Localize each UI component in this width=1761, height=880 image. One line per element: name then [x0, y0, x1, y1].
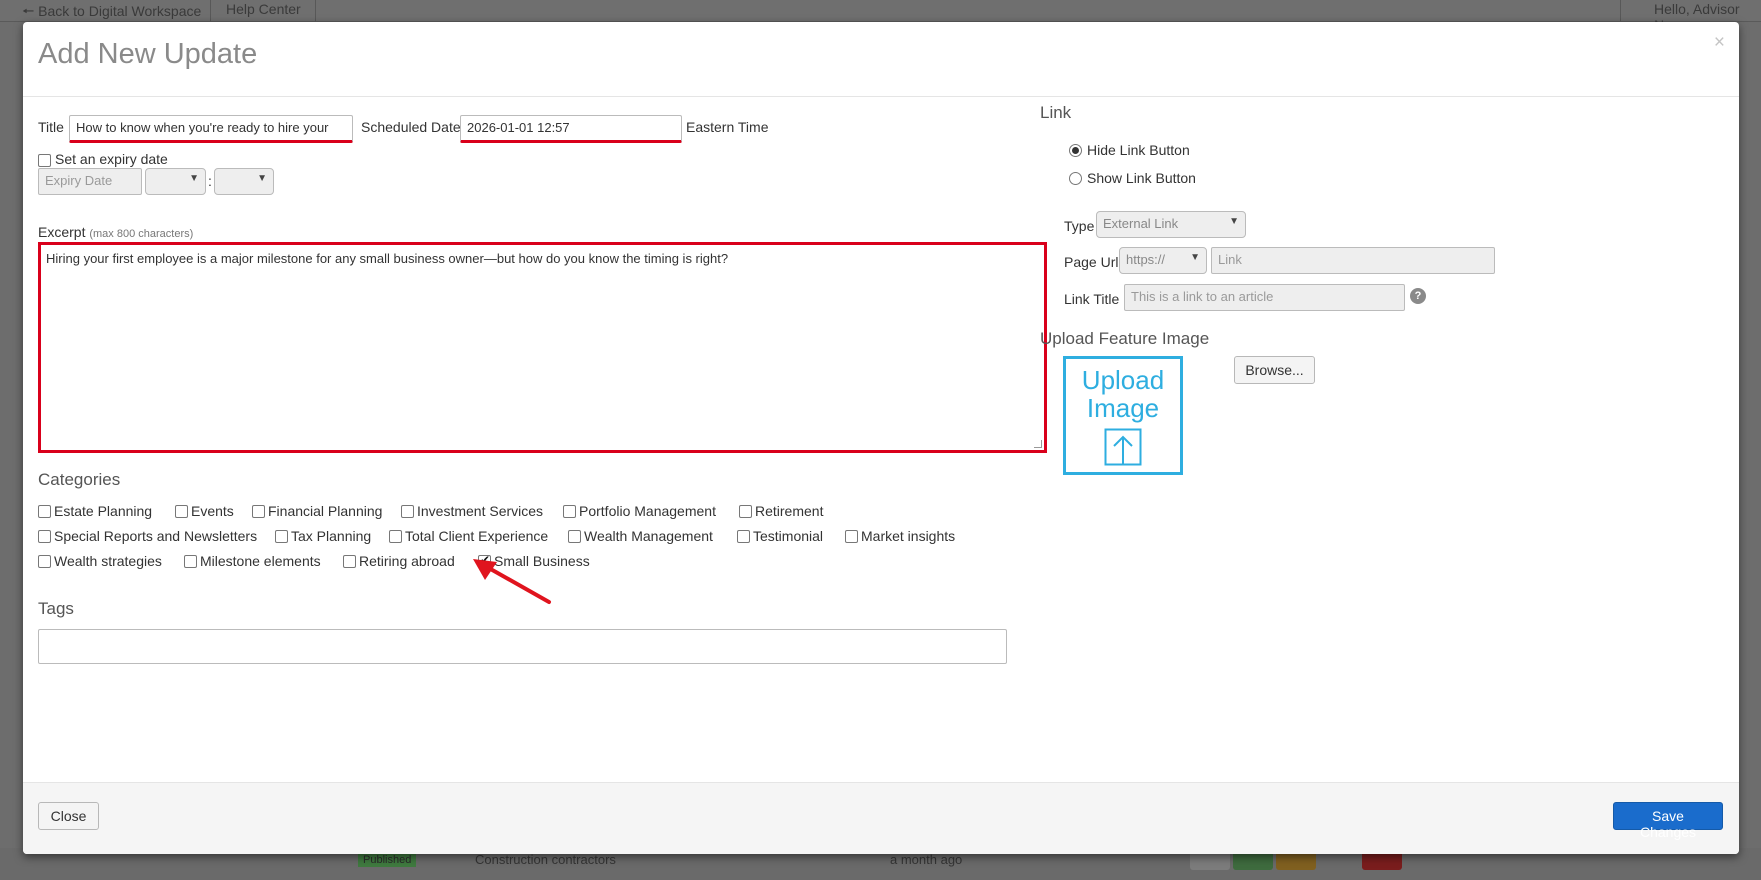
time-separator: : [208, 173, 212, 189]
category-label: Portfolio Management [579, 503, 716, 519]
link-title-input[interactable]: This is a link to an article [1124, 284, 1405, 311]
tags-heading: Tags [38, 599, 74, 618]
category-label: Financial Planning [268, 503, 383, 519]
excerpt-label-text: Excerpt [38, 224, 86, 240]
upload-arrow-icon [1104, 428, 1142, 466]
show-link-label: Show Link Button [1087, 170, 1196, 186]
protocol-select[interactable]: https:// ▼ [1119, 247, 1207, 274]
chevron-down-icon: ▼ [1190, 252, 1200, 263]
category-label: Testimonial [753, 528, 824, 544]
chevron-down-icon: ▼ [1229, 216, 1239, 227]
background-topbar: 🠔 Back to Digital Workspace Help Center … [0, 0, 1761, 33]
protocol-value: https:// [1126, 252, 1166, 267]
category-label: Retiring abroad [359, 553, 455, 569]
resize-handle[interactable] [1034, 440, 1042, 448]
category-checkbox[interactable] [175, 505, 188, 518]
category-checkbox[interactable] [739, 505, 752, 518]
category-label: Retirement [755, 503, 824, 519]
excerpt-hint: (max 800 characters) [89, 228, 194, 240]
link-type-select[interactable]: External Link ▼ [1096, 211, 1246, 238]
category-checkbox[interactable] [252, 505, 265, 518]
divider [1620, 0, 1621, 22]
link-title-label: Link Title [1064, 291, 1120, 307]
chevron-down-icon: ▼ [257, 173, 267, 184]
expiry-checkbox[interactable] [38, 154, 51, 167]
category-checkbox[interactable] [38, 530, 51, 543]
category-label: Estate Planning [54, 503, 153, 519]
link-url-input[interactable]: Link [1211, 247, 1495, 274]
category-checkbox[interactable] [343, 555, 356, 568]
close-icon[interactable]: × [1714, 32, 1725, 54]
category-label: Milestone elements [200, 553, 321, 569]
hide-link-radio[interactable] [1069, 144, 1082, 157]
category-label: Special Reports and Newsletters [54, 528, 258, 544]
modal-header: Add New Update × [23, 22, 1739, 97]
title-label: Title [38, 119, 64, 135]
help-center-link[interactable]: Help Center [226, 1, 301, 17]
category-checkbox[interactable] [401, 505, 414, 518]
add-update-modal: Add New Update × Title How to know when … [23, 22, 1739, 854]
category-label: Wealth strategies [54, 553, 162, 569]
expiry-date-input[interactable]: Expiry Date [38, 168, 142, 195]
category-checkbox[interactable] [38, 555, 51, 568]
excerpt-textarea[interactable]: Hiring your first employee is a major mi… [38, 242, 1047, 453]
upload-heading: Upload Feature Image [1040, 329, 1210, 348]
category-label: Events [191, 503, 234, 519]
upload-box-line2: Image [1086, 393, 1160, 423]
browse-button[interactable]: Browse... [1234, 356, 1315, 384]
category-checkbox[interactable] [275, 530, 288, 543]
save-changes-button[interactable]: Save Changes [1613, 802, 1723, 840]
divider [315, 0, 316, 22]
expiry-checkbox-label: Set an expiry date [55, 151, 168, 167]
excerpt-label: Excerpt (max 800 characters) [38, 224, 193, 240]
category-checkbox[interactable] [38, 505, 51, 518]
help-icon[interactable]: ? [1410, 288, 1426, 304]
expiry-hour-select[interactable]: ▼ [145, 168, 206, 195]
row-name: Construction contractors [475, 852, 616, 867]
category-checkbox[interactable] [184, 555, 197, 568]
category-checkbox[interactable] [563, 505, 576, 518]
category-label: Total Client Experience [405, 528, 549, 544]
category-checkbox[interactable] [737, 530, 750, 543]
tags-input[interactable] [38, 629, 1007, 664]
close-button[interactable]: Close [38, 802, 99, 830]
link-heading: Link [1040, 103, 1072, 122]
page-url-label: Page Url [1064, 254, 1119, 270]
row-time: a month ago [890, 852, 963, 867]
expiry-minute-select[interactable]: ▼ [214, 168, 274, 195]
hide-link-label: Hide Link Button [1087, 142, 1190, 158]
category-label: Wealth Management [584, 528, 713, 544]
excerpt-text: Hiring your first employee is a major mi… [46, 251, 729, 266]
chevron-down-icon: ▼ [189, 173, 199, 184]
divider [210, 0, 211, 22]
timezone-label: Eastern Time [686, 119, 769, 135]
category-checkbox[interactable] [389, 530, 402, 543]
modal-title: Add New Update [38, 38, 258, 70]
link-type-label: Type [1064, 218, 1095, 234]
show-link-radio[interactable] [1069, 172, 1082, 185]
title-input[interactable]: How to know when you're ready to hire yo… [69, 115, 353, 143]
category-label: Investment Services [417, 503, 544, 519]
annotation-arrow [473, 559, 551, 604]
scheduled-date-label: Scheduled Date [361, 119, 461, 135]
status-badge: Published [358, 853, 417, 867]
scheduled-date-input[interactable]: 2026-01-01 12:57 [460, 115, 682, 143]
category-label: Tax Planning [291, 528, 372, 544]
modal-footer: Close Save Changes [23, 782, 1739, 854]
category-label: Market insights [861, 528, 956, 544]
link-type-value: External Link [1103, 216, 1179, 231]
category-checkbox[interactable] [845, 530, 858, 543]
categories-heading: Categories [38, 470, 121, 489]
upload-box-line1: Upload [1081, 365, 1165, 395]
category-checkbox[interactable] [568, 530, 581, 543]
upload-image-placeholder[interactable]: Upload Image [1063, 356, 1183, 475]
